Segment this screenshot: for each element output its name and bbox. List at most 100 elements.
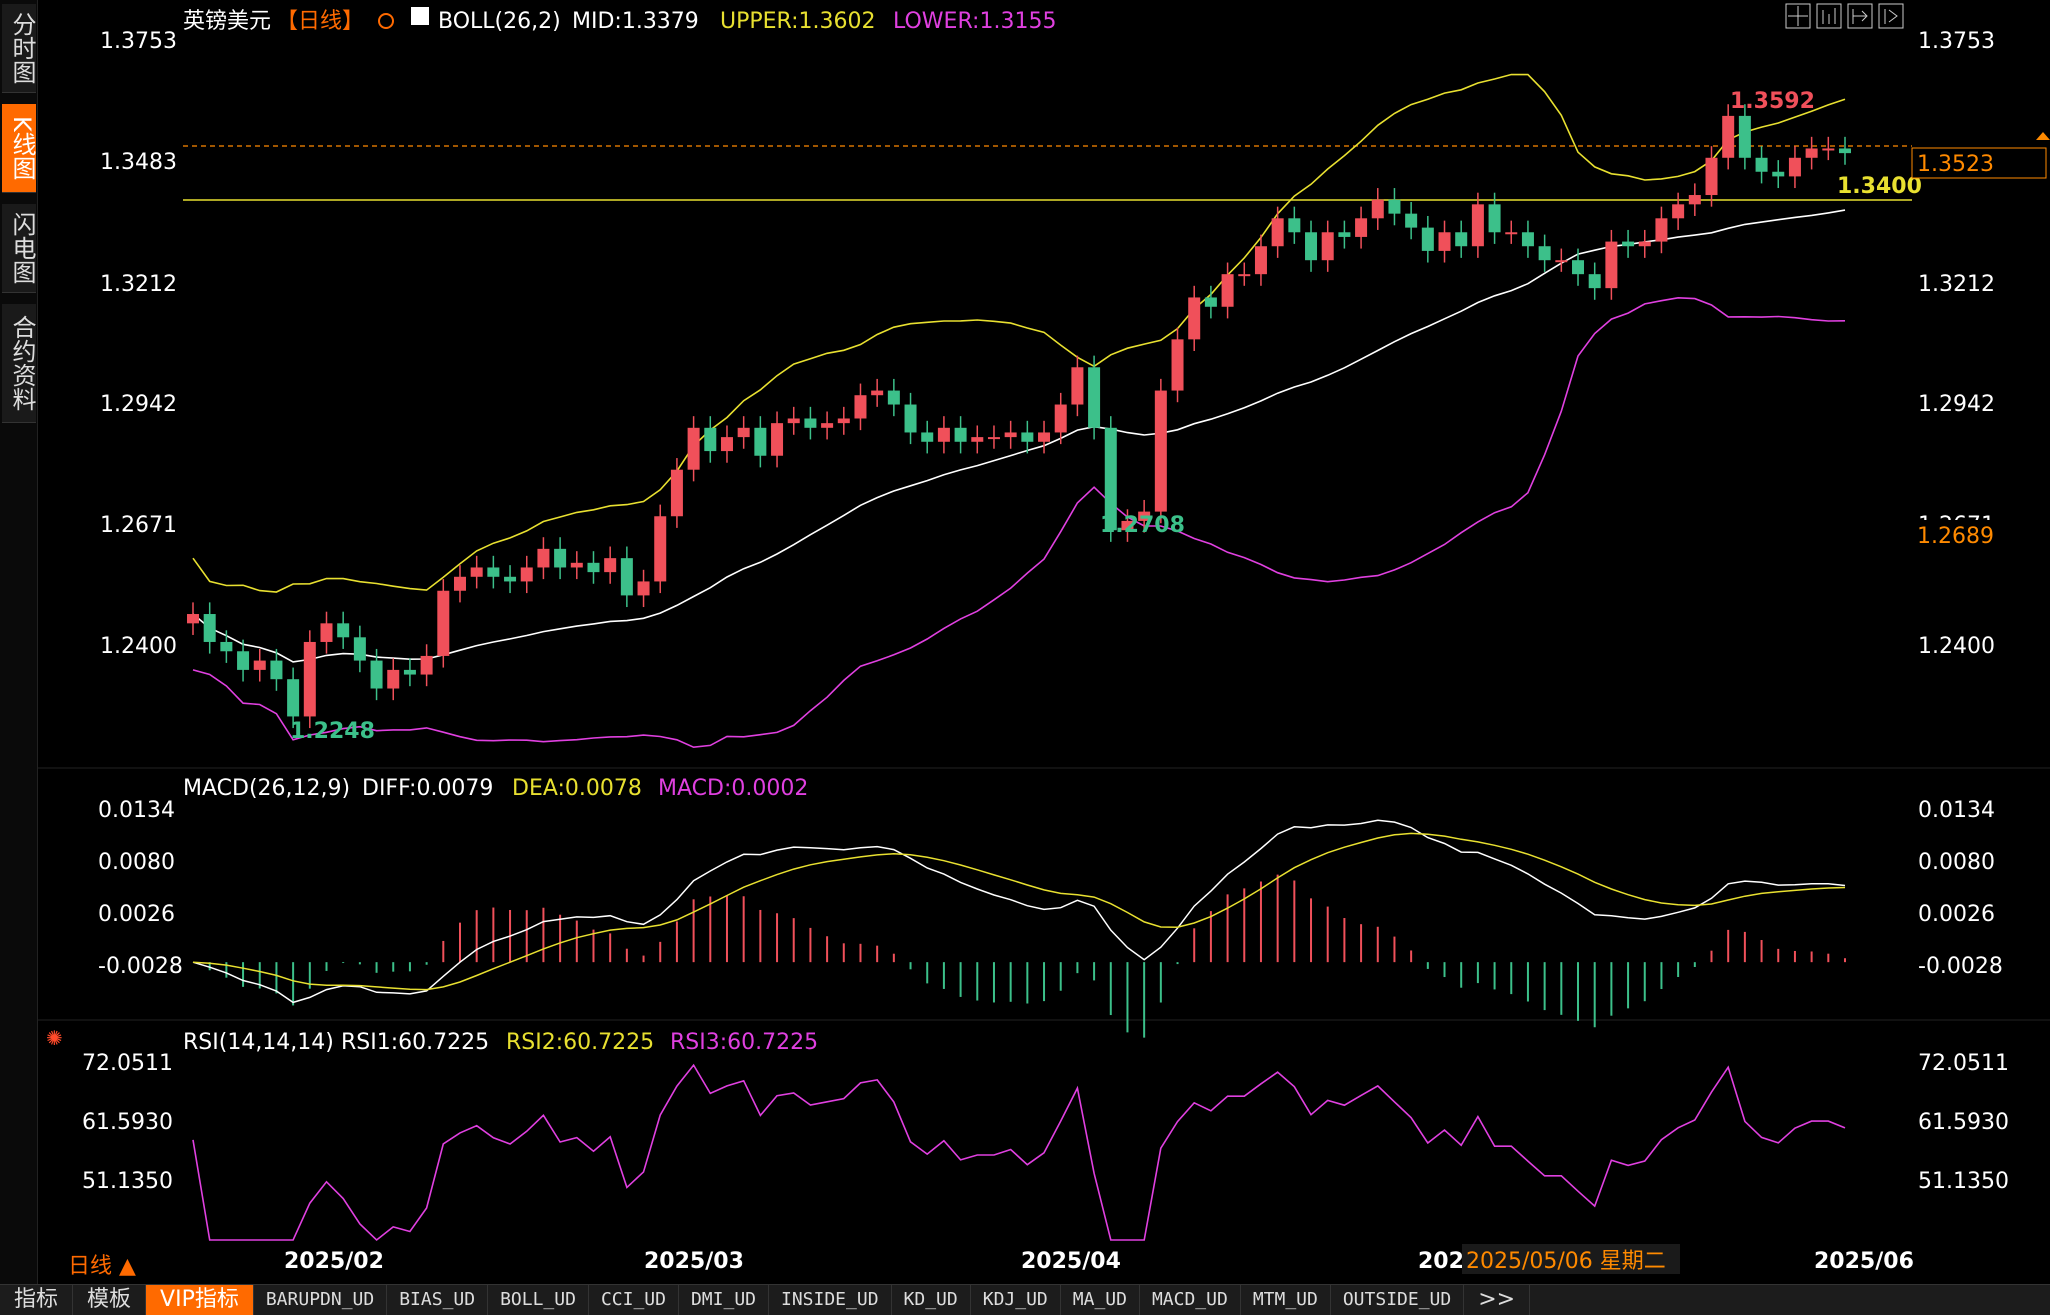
candle — [971, 425, 984, 454]
candle — [1738, 104, 1751, 170]
candle — [554, 537, 567, 580]
rsi-y-label-right: 61.5930 — [1918, 1110, 2009, 1135]
candle — [1722, 104, 1735, 170]
rsi1-value: RSI1:60.7225 — [341, 1030, 489, 1055]
tab-indicators[interactable]: 指标 — [0, 1285, 74, 1315]
rsi3-value: RSI3:60.7225 — [670, 1030, 818, 1055]
candle — [1822, 136, 1835, 161]
boll-indicator-icon[interactable] — [411, 7, 429, 25]
macd-y-label-right: 0.0080 — [1918, 850, 1995, 875]
candle — [320, 611, 333, 654]
candle — [687, 416, 700, 482]
y-label-right: 1.2942 — [1918, 392, 1995, 417]
candle — [654, 504, 667, 594]
chart-settings-icon[interactable] — [1847, 3, 1873, 29]
tab-more[interactable]: >> — [1464, 1285, 1531, 1315]
boll-lower-line — [192, 296, 1846, 749]
tab-kdj[interactable]: KDJ_UD — [971, 1285, 1061, 1315]
tab-vip-indicators[interactable]: VIP指标 — [146, 1285, 254, 1315]
candle — [470, 555, 483, 589]
rsi-plot — [192, 1063, 1846, 1242]
candle — [787, 406, 800, 435]
candle — [1505, 220, 1518, 244]
kline-chart[interactable]: 英镑美元 【日线】 BOLL(26,2) MID:1.3379 UPPER:1.… — [0, 0, 2050, 1284]
tab-boll[interactable]: BOLL_UD — [488, 1285, 589, 1315]
tab-macd[interactable]: MACD_UD — [1140, 1285, 1241, 1315]
tab-inside[interactable]: INSIDE_UD — [769, 1285, 892, 1315]
candle — [537, 537, 550, 580]
candle — [804, 406, 817, 440]
y-label-right: 1.2400 — [1918, 634, 1995, 659]
y-label-left: 1.3483 — [100, 150, 177, 175]
candle — [1321, 220, 1334, 272]
tab-kd[interactable]: KD_UD — [892, 1285, 971, 1315]
candle — [1188, 285, 1201, 351]
period-selector[interactable]: 日线 ▲ — [68, 1248, 136, 1280]
candle — [904, 392, 917, 445]
x-label-may: 202 — [1418, 1249, 1464, 1274]
candle — [187, 602, 199, 635]
macd-y-label-right: 0.0026 — [1918, 902, 1995, 927]
candle — [1672, 192, 1685, 230]
macd-y-label-left: 0.0080 — [98, 850, 175, 875]
candle — [1688, 183, 1701, 216]
candle — [1088, 355, 1101, 440]
tab-dmi[interactable]: DMI_UD — [679, 1285, 769, 1315]
candle — [1405, 202, 1418, 240]
rsi-y-label-left: 72.0511 — [82, 1051, 173, 1076]
candle — [1238, 262, 1251, 286]
macd-plot — [192, 819, 1846, 1038]
candle — [1288, 206, 1301, 244]
price-axis: 1.37531.37531.34831.34831.32121.32121.29… — [100, 29, 1995, 659]
candle — [1355, 206, 1368, 249]
candle — [570, 551, 583, 580]
candle — [1038, 420, 1051, 454]
candle — [637, 569, 650, 608]
grid-icon[interactable] — [1785, 3, 1811, 29]
candle — [704, 416, 717, 463]
candle — [1622, 229, 1635, 258]
tab-cci[interactable]: CCI_UD — [589, 1285, 679, 1315]
boll-label: BOLL(26,2) — [438, 9, 561, 34]
arrow-right-icon[interactable] — [1878, 3, 1904, 29]
y-label-left: 1.3212 — [100, 272, 177, 297]
y-label-right: 1.3212 — [1918, 272, 1995, 297]
candle — [1655, 206, 1668, 254]
rsi-axis: 72.0511 72.0511 61.5930 61.5930 51.1350 51.13… — [82, 1051, 2009, 1194]
y-label-left: 1.2671 — [100, 513, 177, 538]
x-label-mar: 2025/03 — [644, 1249, 744, 1274]
rsi-y-label-left: 51.1350 — [82, 1169, 173, 1194]
tab-templates[interactable]: 模板 — [73, 1285, 147, 1315]
candle — [520, 555, 533, 594]
high-annotation: 1.3592 — [1730, 89, 1815, 114]
candle — [1455, 220, 1468, 258]
candle — [670, 458, 683, 528]
indicator-tab-bar: 指标 模板 VIP指标 BARUPDN_UD BIAS_UD BOLL_UD C… — [0, 1284, 2050, 1315]
candle — [1421, 215, 1434, 263]
tab-ma[interactable]: MA_UD — [1061, 1285, 1140, 1315]
macd-y-label-left: -0.0028 — [98, 954, 183, 979]
scroll-up-icon[interactable] — [2036, 132, 2050, 140]
low-annotation-feb: 1.2248 — [290, 719, 375, 744]
candle — [754, 416, 767, 468]
macd-axis: 0.0134 0.0134 0.0080 0.0080 0.0026 0.0026 -0.0… — [98, 798, 2003, 979]
tab-bias[interactable]: BIAS_UD — [387, 1285, 489, 1315]
x-label-apr: 2025/04 — [1021, 1249, 1121, 1274]
tab-mtm[interactable]: MTM_UD — [1241, 1285, 1331, 1315]
candle — [720, 425, 733, 463]
candle — [203, 602, 216, 654]
settings-gear-icon[interactable]: ✺ — [46, 1026, 63, 1050]
candle — [337, 611, 350, 649]
candle — [1788, 146, 1801, 189]
add-indicator-icon[interactable] — [378, 13, 394, 29]
candle — [587, 551, 600, 584]
candle — [1388, 188, 1401, 226]
bar-chart-icon[interactable] — [1816, 3, 1842, 29]
macd-y-label-left: 0.0134 — [98, 798, 175, 823]
candle — [737, 416, 750, 449]
instrument-name: 英镑美元 — [183, 9, 271, 34]
tab-barupdn[interactable]: BARUPDN_UD — [254, 1285, 388, 1315]
y-label-left: 1.3753 — [100, 29, 177, 54]
candle — [303, 630, 316, 729]
tab-outside[interactable]: OUTSIDE_UD — [1331, 1285, 1465, 1315]
